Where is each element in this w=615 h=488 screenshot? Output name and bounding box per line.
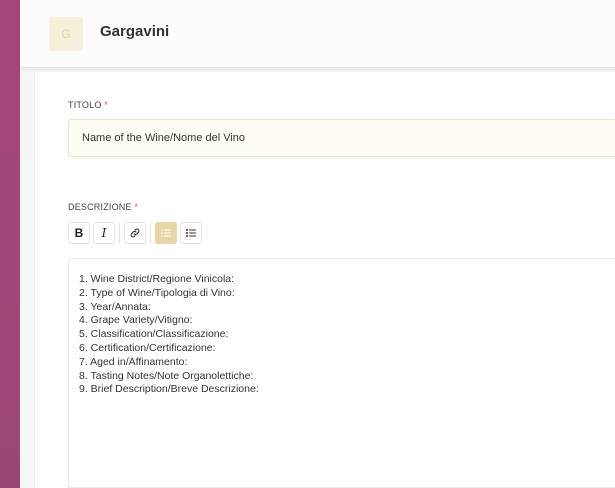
required-mark: * [104,100,108,110]
bold-button[interactable]: B [68,222,90,244]
avatar[interactable]: G [49,17,83,51]
list-item: 4. Grape Variety/Vitigno: [79,314,193,327]
brand-name: Gargavini [100,23,170,40]
italic-button[interactable]: I [93,222,115,244]
title-input[interactable]: Name of the Wine/Nome del Vino [68,119,615,157]
description-list: 1. Wine District/Regione Vinicola: 2. Ty… [79,273,259,397]
top-bar: G Gargavini [20,0,615,68]
title-input-value: Name of the Wine/Nome del Vino [82,132,246,144]
editor-toolbar: B I [68,221,202,245]
description-label: DESCRIZIONE * [68,202,138,212]
ordered-list-button[interactable] [155,222,177,244]
list-item: 9. Brief Description/Breve Descrizione: [79,383,259,396]
list-item: 1. Wine District/Regione Vinicola: [79,273,235,285]
toolbar-separator [150,223,151,243]
required-mark: * [134,202,139,212]
bold-label: B [74,226,84,240]
title-label: TITOLO * [68,100,108,110]
italic-label: I [101,226,107,240]
ordered-list-icon [160,227,172,239]
description-editor[interactable]: 1. Wine District/Regione Vinicola: 2. Ty… [68,258,615,488]
toolbar-separator [119,223,120,243]
title-label-text: TITOLO [68,100,102,110]
list-item: 7. Aged in/Affinamento: [79,355,188,368]
list-item: 8. Tasting Notes/Note Organolettiche: [79,369,254,382]
list-item: 5. Classification/Classificazione: [79,328,229,341]
form-panel: TITOLO * Name of the Wine/Nome del Vino … [34,72,615,488]
link-icon [129,227,141,239]
bullet-list-icon [185,227,197,239]
avatar-letter: G [61,27,71,41]
bullet-list-button[interactable] [180,222,202,244]
description-label-text: DESCRIZIONE [68,202,132,212]
list-item: 2. Type of Wine/Tipologia di Vino: [79,286,235,299]
list-item: 6. Certification/Certificazione: [79,341,216,354]
link-button[interactable] [124,222,146,244]
list-item: 3. Year/Annata: [79,300,151,313]
